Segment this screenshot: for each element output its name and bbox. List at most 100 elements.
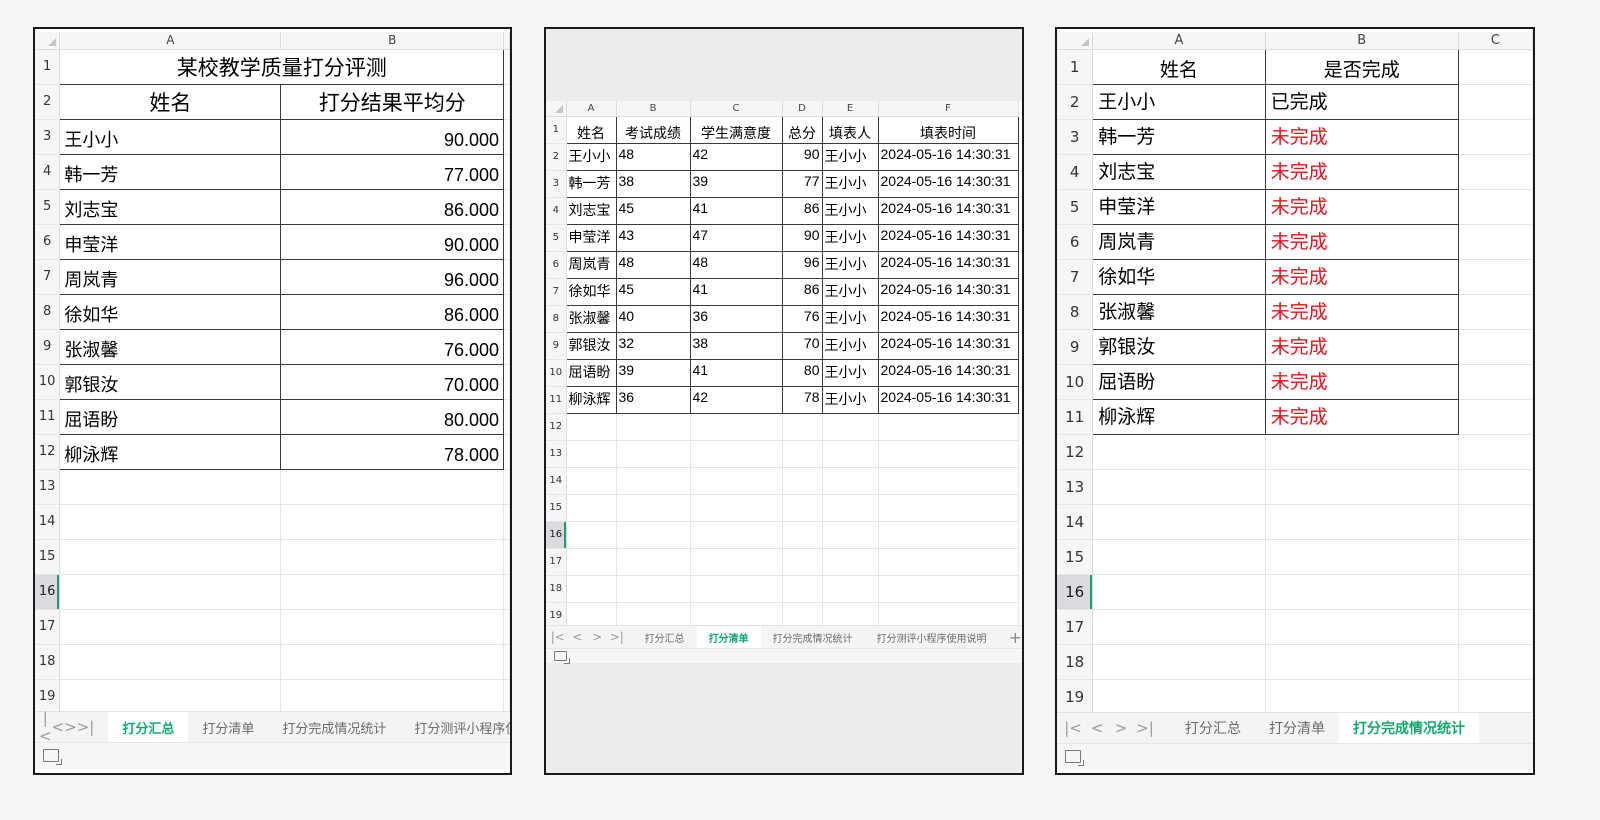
grid-cell[interactable]: [878, 521, 1019, 549]
grid-cell[interactable]: [616, 413, 691, 441]
grid-cell[interactable]: [1092, 644, 1266, 680]
row-header[interactable]: 3: [1057, 119, 1094, 155]
grid-cell[interactable]: [690, 494, 783, 522]
grid-cell[interactable]: [878, 494, 1019, 522]
select-all-corner[interactable]: [1057, 32, 1094, 50]
fill-time-cell[interactable]: 2024-05-16 14:30:31: [877, 277, 1019, 306]
last-sheet-icon[interactable]: >|: [607, 630, 627, 644]
row-header[interactable]: 13: [546, 440, 567, 468]
row-header[interactable]: 16: [546, 521, 567, 549]
row-header[interactable]: 4: [546, 197, 567, 225]
exam-score-cell[interactable]: 45: [615, 196, 691, 225]
filler-cell[interactable]: 王小小: [821, 331, 879, 360]
grid-cell[interactable]: [782, 521, 823, 549]
row-header[interactable]: 12: [1057, 434, 1094, 470]
row-header[interactable]: 14: [1057, 504, 1094, 540]
grid-cell[interactable]: [1092, 434, 1266, 470]
column-header[interactable]: A: [566, 101, 617, 117]
row-header[interactable]: 9: [35, 329, 61, 365]
name-cell[interactable]: 郭银汝: [59, 363, 282, 400]
row-header[interactable]: 18: [1057, 644, 1094, 680]
name-cell[interactable]: 王小小: [1092, 83, 1266, 120]
header-cell[interactable]: 姓名: [59, 83, 282, 120]
grid-cell[interactable]: [566, 440, 617, 468]
sheet-tab[interactable]: 打分完成情况统计: [268, 712, 400, 742]
filler-cell[interactable]: 王小小: [821, 304, 879, 333]
grid-cell[interactable]: [503, 469, 510, 505]
name-cell[interactable]: 徐如华: [1092, 258, 1266, 295]
grid-cell[interactable]: [822, 575, 879, 603]
row-header[interactable]: 6: [35, 224, 61, 260]
grid-cell[interactable]: [1265, 644, 1459, 680]
grid-cell[interactable]: [1458, 644, 1533, 680]
grid-cell[interactable]: [280, 504, 505, 540]
completion-status-cell[interactable]: 未完成: [1264, 188, 1459, 225]
grid-cell[interactable]: [503, 154, 510, 190]
name-cell[interactable]: 徐如华: [565, 277, 617, 306]
average-score-cell[interactable]: 80.000: [280, 398, 505, 435]
next-sheet-icon[interactable]: >: [1109, 719, 1133, 737]
prev-sheet-icon[interactable]: <: [568, 630, 588, 644]
satisfaction-cell[interactable]: 41: [689, 196, 783, 225]
total-score-cell[interactable]: 96: [781, 250, 823, 279]
select-all-corner[interactable]: [546, 101, 567, 117]
exam-score-cell[interactable]: 32: [615, 331, 691, 360]
header-cell[interactable]: 填表时间: [877, 115, 1019, 144]
grid-cell[interactable]: [503, 504, 510, 540]
grid-cell[interactable]: [1458, 84, 1533, 120]
row-header[interactable]: 11: [1057, 399, 1094, 435]
row-header[interactable]: 15: [546, 494, 567, 522]
grid-cell[interactable]: [1458, 364, 1533, 400]
row-header[interactable]: 10: [546, 359, 567, 387]
fill-time-cell[interactable]: 2024-05-16 14:30:31: [877, 196, 1019, 225]
row-header[interactable]: 15: [1057, 539, 1094, 575]
grid-cell[interactable]: [503, 294, 510, 330]
grid-cell[interactable]: [566, 548, 617, 576]
grid-cell[interactable]: [878, 413, 1019, 441]
grid-cell[interactable]: [1092, 679, 1266, 715]
grid-cell[interactable]: [822, 521, 879, 549]
satisfaction-cell[interactable]: 39: [689, 169, 783, 198]
row-header[interactable]: 14: [35, 504, 61, 540]
average-score-cell[interactable]: 78.000: [280, 433, 505, 470]
grid-cell[interactable]: [782, 440, 823, 468]
grid-cell[interactable]: [690, 440, 783, 468]
row-header[interactable]: 2: [1057, 84, 1094, 120]
column-header[interactable]: B: [616, 101, 691, 117]
grid-cell[interactable]: [1265, 504, 1459, 540]
row-header[interactable]: 3: [35, 119, 61, 155]
grid-cell[interactable]: [1092, 539, 1266, 575]
grid-cell[interactable]: [503, 224, 510, 260]
header-cell[interactable]: 学生满意度: [689, 115, 783, 144]
grid-cell[interactable]: [280, 644, 505, 680]
row-header[interactable]: 10: [1057, 364, 1094, 400]
sheet-tab[interactable]: 打分完成情况统计: [761, 626, 865, 648]
name-cell[interactable]: 王小小: [59, 118, 282, 155]
next-sheet-icon[interactable]: >: [64, 718, 77, 736]
grid-cell[interactable]: [690, 575, 783, 603]
average-score-cell[interactable]: 96.000: [280, 258, 505, 295]
select-all-corner[interactable]: [35, 32, 61, 50]
grid-cell[interactable]: [822, 548, 879, 576]
fill-time-cell[interactable]: 2024-05-16 14:30:31: [877, 142, 1019, 171]
macro-icon[interactable]: [43, 749, 62, 765]
name-cell[interactable]: 韩一芳: [1092, 118, 1266, 155]
grid-cell[interactable]: [503, 84, 510, 120]
grid-cell[interactable]: [280, 679, 505, 715]
row-header[interactable]: 7: [1057, 259, 1094, 295]
average-score-cell[interactable]: 86.000: [280, 188, 505, 225]
row-header[interactable]: 2: [546, 143, 567, 171]
satisfaction-cell[interactable]: 41: [689, 358, 783, 387]
exam-score-cell[interactable]: 48: [615, 142, 691, 171]
grid-cell[interactable]: [1092, 469, 1266, 505]
filler-cell[interactable]: 王小小: [821, 169, 879, 198]
grid-cell[interactable]: [782, 467, 823, 495]
row-header[interactable]: 17: [546, 548, 567, 576]
completion-status-cell[interactable]: 已完成: [1264, 83, 1459, 120]
grid-cell[interactable]: [566, 413, 617, 441]
row-header[interactable]: 8: [1057, 294, 1094, 330]
row-header[interactable]: 2: [35, 84, 61, 120]
row-header[interactable]: 16: [1057, 574, 1094, 610]
row-header[interactable]: 13: [1057, 469, 1094, 505]
grid-cell[interactable]: [503, 679, 510, 715]
